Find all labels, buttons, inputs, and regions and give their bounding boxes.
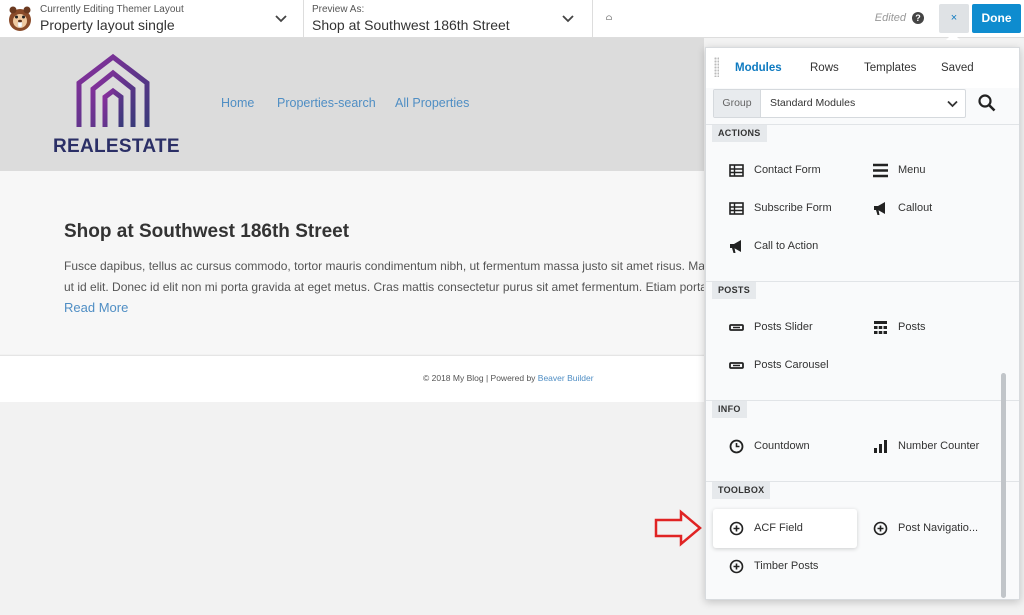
nav-link-all-properties[interactable]: All Properties (395, 96, 469, 110)
brand-name: REALESTATE (53, 136, 180, 157)
module-label: Posts (898, 321, 926, 333)
grid-icon (874, 321, 887, 334)
slider-icon (729, 362, 744, 369)
module-posts[interactable]: Posts (857, 309, 999, 345)
tab-templates[interactable]: Templates (864, 62, 916, 74)
module-menu[interactable]: Menu (857, 152, 999, 188)
module-post-navigation[interactable]: Post Navigatio... (857, 510, 1007, 546)
module-countdown[interactable]: Countdown (713, 428, 855, 464)
section-label-posts: POSTS (712, 282, 757, 299)
panel-scrollbar[interactable] (1001, 373, 1006, 598)
read-more-link[interactable]: Read More (64, 300, 128, 315)
table-icon (729, 202, 744, 215)
help-icon[interactable]: ? (912, 12, 924, 24)
chevron-down-icon (947, 100, 958, 108)
bell-icon[interactable] (605, 14, 613, 22)
module-contact-form[interactable]: Contact Form (713, 152, 855, 188)
module-number-counter[interactable]: Number Counter (857, 428, 999, 464)
tab-saved[interactable]: Saved (941, 62, 974, 74)
close-panel-button[interactable]: × (939, 4, 969, 33)
editing-layout-selector[interactable]: Currently Editing Themer Layout Property… (38, 0, 302, 38)
section-label-actions: ACTIONS (712, 125, 767, 142)
section-label-info: INFO (712, 401, 747, 418)
module-subscribe-form[interactable]: Subscribe Form (713, 190, 855, 226)
section-divider (706, 400, 1019, 401)
module-call-to-action[interactable]: Call to Action (713, 228, 855, 264)
module-posts-slider[interactable]: Posts Slider (713, 309, 855, 345)
slider-icon (729, 324, 744, 331)
preview-as-selector[interactable]: Preview As: Shop at Southwest 186th Stre… (304, 0, 592, 38)
module-posts-carousel[interactable]: Posts Carousel (713, 347, 855, 383)
builder-toolbar: Currently Editing Themer Layout Property… (0, 0, 1024, 38)
search-icon[interactable] (977, 93, 997, 113)
group-label: Group (714, 90, 761, 117)
section-label-toolbox: TOOLBOX (712, 482, 771, 499)
megaphone-icon (874, 202, 885, 215)
plus-circle-icon (729, 559, 744, 574)
module-label: Post Navigatio... (898, 522, 979, 534)
chevron-down-icon (562, 15, 574, 23)
module-acf-field[interactable]: ACF Field (713, 509, 857, 548)
excerpt-line: Fusce dapibus, tellus ac cursus commodo,… (64, 259, 704, 273)
module-label: Callout (898, 202, 933, 214)
tab-rows[interactable]: Rows (810, 62, 839, 74)
arrow-right-icon (654, 509, 702, 547)
footer-text: © 2018 My Blog | Powered by Beaver Build… (423, 373, 594, 383)
excerpt-line: ut id elit. Donec id elit non mi porta g… (64, 280, 704, 294)
editing-value: Property layout single (40, 17, 175, 33)
panel-pointer (946, 33, 960, 40)
module-label: Posts Slider (754, 321, 813, 333)
beaver-logo-icon[interactable] (6, 4, 34, 32)
plus-circle-icon (873, 521, 888, 536)
module-label: Menu (898, 164, 926, 176)
site-header: REALESTATE Home Properties-search All Pr… (0, 38, 704, 171)
footer-beaver-builder-link[interactable]: Beaver Builder (538, 373, 594, 383)
brand-logo-icon[interactable] (73, 53, 153, 129)
module-label: Subscribe Form (754, 202, 832, 214)
content-panel: Modules Rows Templates Saved Group Stand… (705, 47, 1020, 600)
megaphone-icon (730, 240, 741, 253)
table-icon (729, 164, 744, 177)
divider (592, 0, 593, 38)
module-label: Call to Action (754, 240, 819, 252)
panel-header: Modules Rows Templates Saved (706, 48, 1019, 88)
preview-label: Preview As: (312, 4, 365, 15)
preview-value: Shop at Southwest 186th Street (312, 17, 510, 33)
editing-label: Currently Editing Themer Layout (40, 4, 184, 15)
module-label: Number Counter (898, 440, 980, 452)
module-label: ACF Field (754, 522, 803, 534)
clock-icon (729, 439, 744, 454)
nav-link-properties-search[interactable]: Properties-search (277, 96, 376, 110)
module-label: Countdown (754, 440, 810, 452)
tab-modules[interactable]: Modules (735, 62, 782, 74)
site-footer: © 2018 My Blog | Powered by Beaver Build… (0, 355, 704, 402)
bar-chart-icon (874, 440, 887, 453)
module-callout[interactable]: Callout (857, 190, 999, 226)
module-label: Posts Carousel (754, 359, 829, 371)
post-title[interactable]: Shop at Southwest 186th Street (64, 221, 349, 243)
module-label: Contact Form (754, 164, 821, 176)
post-content: Shop at Southwest 186th Street Fusce dap… (0, 171, 704, 354)
group-select-value: Standard Modules (770, 97, 856, 109)
done-button[interactable]: Done (972, 4, 1021, 33)
module-label: Timber Posts (754, 560, 819, 572)
footer-copyright: © 2018 My Blog | Powered by (423, 373, 538, 383)
module-timber-posts[interactable]: Timber Posts (713, 548, 855, 584)
group-select[interactable]: Group Standard Modules (713, 89, 966, 118)
plus-circle-icon (729, 521, 744, 536)
drag-handle-icon[interactable] (714, 57, 719, 77)
nav-link-home[interactable]: Home (221, 96, 254, 110)
menu-icon (873, 163, 888, 178)
edited-status: Edited (874, 12, 906, 24)
post-excerpt: Fusce dapibus, tellus ac cursus commodo,… (64, 256, 704, 298)
chevron-down-icon (275, 15, 287, 23)
